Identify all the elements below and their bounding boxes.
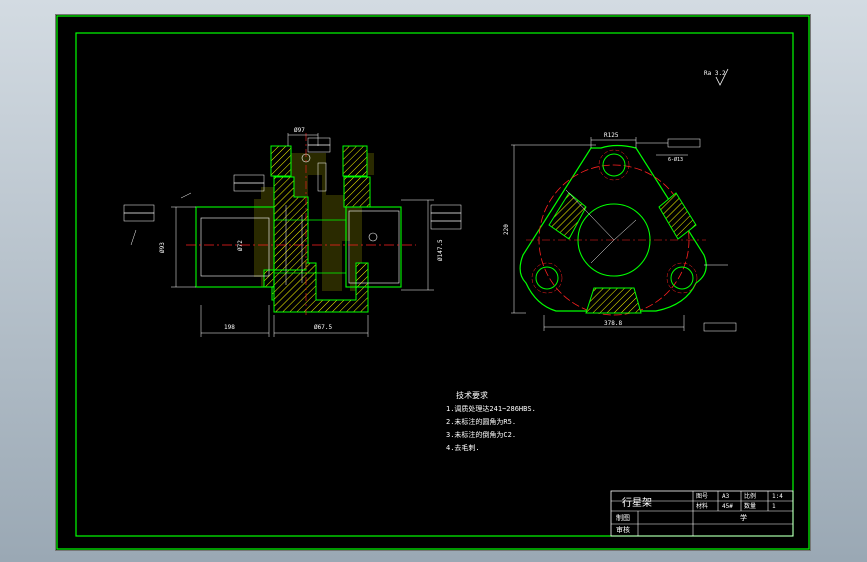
tech-req-line-2: 2.未标注的圆角为R5. — [446, 417, 516, 426]
dim-side-bottom: 378.8 — [604, 320, 622, 327]
dim-hub: Ø72 — [237, 240, 244, 251]
dim-right-vert: Ø147.5 — [437, 239, 444, 261]
value-material: 45# — [722, 503, 733, 510]
roughness-symbol: Ra 3.2 — [704, 68, 729, 86]
value-scale: 1:4 — [772, 493, 783, 500]
roughness-text: Ra 3.2 — [704, 70, 726, 77]
drawing-sheet: Ra 3.2 198 Ø67.5 Ø93 Ø72 Ø147.5 Ø97 R125… — [55, 14, 811, 551]
dim-side-note: 6-Ø13 — [668, 156, 683, 163]
dim-side-top: R125 — [604, 132, 619, 139]
label-material: 材料 — [696, 502, 708, 510]
planet-hole-right — [670, 266, 694, 290]
right-hatch — [343, 176, 371, 208]
planet-hole-left — [535, 266, 559, 290]
hatch-block-right — [342, 145, 368, 177]
front-section-view: 198 Ø67.5 Ø93 Ø72 Ø147.5 Ø97 — [123, 127, 462, 337]
part-name: 行星架 — [622, 496, 652, 509]
window-hatch-bottom — [585, 287, 642, 314]
label-drawing-no: 图号 — [696, 493, 708, 500]
hatch-block-left — [270, 145, 292, 177]
inner-frame — [75, 32, 794, 537]
school-name: 学 — [740, 513, 747, 522]
window-hatch-right — [658, 192, 697, 240]
value-drawing-no: A3 — [722, 493, 730, 500]
technical-requirements: 技术要求 1.调质处理达241~286HBS. 2.未标注的圆角为R5. 3.未… — [446, 390, 536, 452]
tech-req-line-4: 4.去毛刺. — [446, 443, 480, 452]
window-hatch-left — [548, 192, 587, 240]
label-checked-by: 审核 — [616, 525, 630, 534]
tech-req-line-1: 1.调质处理达241~286HBS. — [446, 404, 536, 413]
dim-top-small: Ø97 — [294, 127, 305, 134]
value-quantity: 1 — [772, 503, 776, 510]
tech-req-title: 技术要求 — [456, 390, 488, 400]
label-scale: 比例 — [744, 492, 756, 500]
label-quantity: 数量 — [744, 502, 756, 510]
title-block: 行星架 图号 A3 比例 1:4 材料 45# 数量 1 制图 审核 学 — [610, 490, 794, 537]
cad-drawing: Ra 3.2 198 Ø67.5 Ø93 Ø72 Ø147.5 Ø97 R125… — [56, 15, 810, 550]
tech-req-line-3: 3.未标注的倒角为C2. — [446, 430, 516, 439]
side-view: R125 378.8 220 6-Ø13 — [503, 132, 737, 332]
dim-left-vert: Ø93 — [159, 242, 166, 253]
dim-mid-bottom: Ø67.5 — [314, 324, 332, 331]
dim-left-bottom: 198 — [224, 324, 235, 331]
dim-side-left: 220 — [503, 224, 510, 235]
label-drawn-by: 制图 — [616, 513, 630, 522]
